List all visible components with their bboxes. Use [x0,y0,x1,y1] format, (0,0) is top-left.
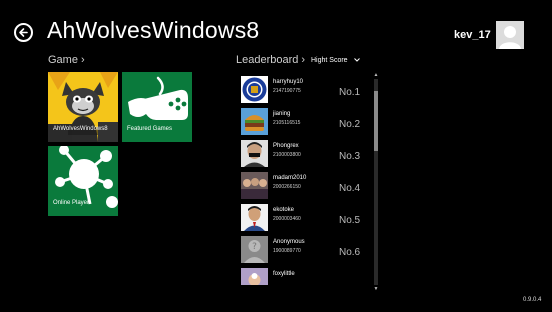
leaderboard-row[interactable]: ekotoke 2000003460 No.5 [238,201,372,231]
player-photo-avatar [241,204,268,231]
game-section-header[interactable]: Game › [48,54,85,66]
player-name: Phongrex [273,143,299,149]
player-rank: No.5 [339,215,361,226]
scroll-up-arrow-icon[interactable]: ▲ [372,72,380,78]
leaderboard-section-header[interactable]: Leaderboard › [236,54,305,66]
tile-label: Online Player [53,200,90,206]
player-rank: No.1 [339,87,361,98]
sort-dropdown-value: Hight Score [311,57,348,64]
player-score: 2147190775 [273,88,301,94]
scrollbar-thumb[interactable] [374,91,378,151]
player-name: foxylittle [273,271,295,277]
burger-avatar [241,108,268,135]
group-photo-avatar [241,172,268,199]
player-name: harryhuy10 [273,79,304,85]
tile-ahwolves[interactable]: AhWolvesWindows8 [48,72,118,142]
leaderboard-row[interactable]: ? Anonymous 1900089770 No.6 [238,233,372,263]
player-photo-avatar [241,268,268,285]
back-arrow-icon [19,28,28,37]
leaderboard-title: Leaderboard [236,54,299,66]
player-name: ekotoke [273,207,295,213]
chevron-right-icon: › [80,54,85,66]
player-rank: No.6 [339,247,361,258]
player-score: 1900089770 [273,248,301,254]
version-label: 0.9.0.4 [523,297,542,303]
page-title: AhWolvesWindows8 [47,17,260,43]
player-name: madam2010 [273,175,307,181]
user-avatar[interactable] [496,21,524,49]
leaderboard-row[interactable]: foxylittle [238,265,372,285]
player-name: jianing [273,111,291,117]
svg-text:?: ? [252,242,257,252]
player-score: 2100003800 [273,152,301,158]
chelsea-crest-avatar [241,76,268,103]
player-name: Anonymous [273,239,305,245]
leaderboard-row[interactable]: madam2010 2000266150 No.4 [238,169,372,199]
leaderboard-row[interactable]: Phongrex 2100003800 No.3 [238,137,372,167]
player-rank: No.4 [339,183,361,194]
player-photo-avatar [241,140,268,167]
leaderboard-row[interactable]: harryhuy10 2147190775 No.1 [238,73,372,103]
anonymous-avatar: ? [241,236,268,263]
chevron-down-icon [353,57,360,64]
player-score: 2105116515 [273,120,301,126]
player-score: 2000003460 [273,216,301,222]
tile-online-player[interactable]: Online Player [48,146,118,216]
tile-label: Featured Games [127,126,173,132]
player-rank: No.2 [339,119,361,130]
leaderboard-list[interactable]: harryhuy10 2147190775 No.1 jianing 21051… [238,73,383,285]
tile-featured-games[interactable]: Featured Games [122,72,192,142]
username-label[interactable]: kev_17 [454,29,491,41]
chevron-right-icon: › [301,54,306,66]
app-window: AhWolvesWindows8 kev_17 Game › AhWolvesW… [0,0,552,312]
player-rank: No.3 [339,151,361,162]
sort-dropdown[interactable]: Hight Score [311,57,360,64]
leaderboard-row[interactable]: jianing 2105116515 No.2 [238,105,372,135]
player-score: 2000266150 [273,184,301,190]
game-section-title: Game [48,54,78,66]
leaderboard-scrollbar[interactable] [374,79,378,285]
person-silhouette-icon [496,21,524,49]
tile-label: AhWolvesWindows8 [53,126,108,132]
back-button[interactable] [14,23,33,42]
scroll-down-arrow-icon[interactable]: ▼ [372,286,380,292]
